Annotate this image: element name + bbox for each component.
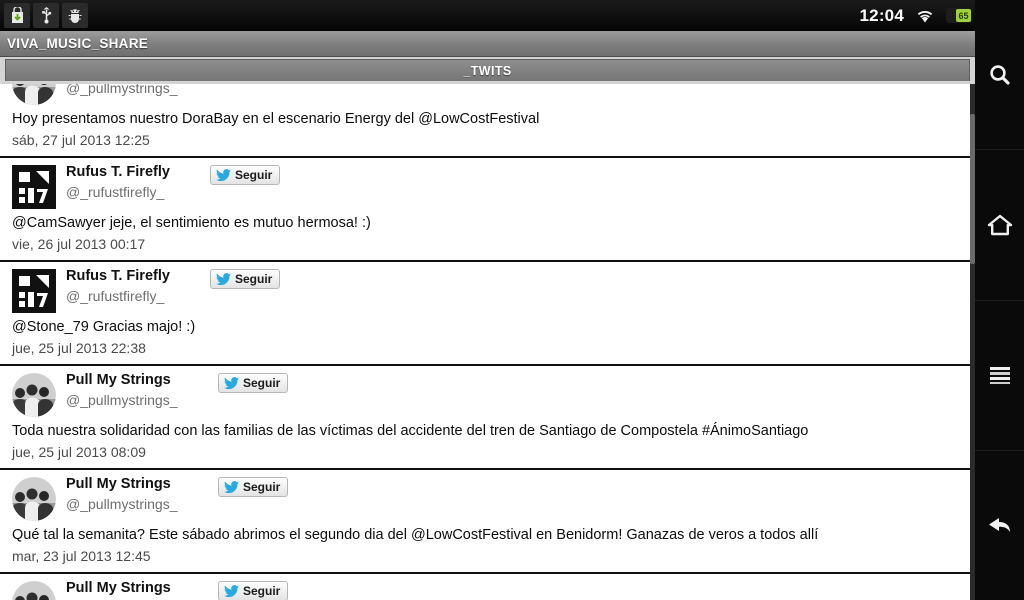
- tweet-timestamp: vie, 26 jul 2013 00:17: [12, 236, 146, 252]
- notification-icons: [0, 3, 88, 28]
- tweet-header: Pull My Strings@_pullmystrings_ Seguir: [0, 580, 975, 600]
- author-handle: @_rufustfirefly_: [66, 184, 165, 200]
- tweet-timestamp: mar, 23 jul 2013 12:45: [12, 548, 151, 564]
- download-icon[interactable]: [4, 3, 30, 28]
- menu-icon[interactable]: [975, 299, 1024, 450]
- band-photo-avatar[interactable]: [12, 581, 56, 600]
- follow-button-label: Seguir: [243, 584, 281, 598]
- tweet-author: Pull My Strings@_pullmystrings_: [66, 578, 177, 600]
- tweet-header: Pull My Strings @_pullmystrings_ Seguir: [0, 476, 975, 522]
- status-clock: 12:04: [859, 5, 904, 25]
- battery-icon: 65: [946, 8, 972, 23]
- author-handle: @_rufustfirefly_: [66, 288, 165, 304]
- tweet-text: @Stone_79 Gracias majo! :): [12, 319, 196, 335]
- tweet-header: Pull My Strings@_pullmystrings_Seguir: [0, 84, 975, 106]
- twitter-bird-icon: [224, 376, 239, 389]
- home-icon[interactable]: [975, 149, 1024, 299]
- tweet-author: Pull My Strings@_pullmystrings_: [66, 84, 177, 98]
- twitter-bird-icon: [216, 272, 231, 285]
- android-tablet-screen: 12:04 65 VIVA_MUSIC_SHARE _TWITS Pull My…: [0, 0, 1024, 600]
- tweet-row[interactable]: Pull My Strings@_pullmystrings_ Seguir: [0, 574, 975, 600]
- tab-twits-label: _TWITS: [463, 63, 512, 78]
- band-photo-avatar[interactable]: [12, 84, 56, 105]
- square-logo-avatar[interactable]: [12, 269, 56, 313]
- tweet-row[interactable]: Rufus T. Firefly @_rufustfirefly_ Seguir @S…: [0, 262, 975, 366]
- follow-button-label: Seguir: [235, 272, 273, 286]
- author-display-name: Rufus T. Firefly: [66, 268, 170, 284]
- tweet-header: Rufus T. Firefly @_rufustfirefly_ Seguir: [0, 164, 975, 210]
- tweet-row[interactable]: Pull My Strings @_pullmystrings_ Seguir Tod…: [0, 366, 975, 470]
- tweet-author: Pull My Strings @_pullmystrings_: [66, 474, 177, 514]
- status-bar: 12:04 65: [0, 0, 1024, 31]
- wifi-icon: [913, 4, 937, 28]
- tweet-header: Pull My Strings @_pullmystrings_ Seguir: [0, 372, 975, 418]
- follow-button-label: Seguir: [235, 168, 273, 182]
- twitter-bird-icon: [224, 480, 239, 493]
- author-display-name: Pull My Strings: [66, 580, 171, 596]
- band-photo-avatar[interactable]: [12, 477, 56, 521]
- tweet-header: Rufus T. Firefly @_rufustfirefly_ Seguir: [0, 268, 975, 314]
- tab-twits[interactable]: _TWITS: [5, 59, 970, 81]
- follow-button-label: Seguir: [243, 376, 281, 390]
- author-display-name: Pull My Strings: [66, 372, 171, 388]
- tweet-row[interactable]: Rufus T. Firefly @_rufustfirefly_ Seguir @C…: [0, 158, 975, 262]
- tweet-text: Toda nuestra solidaridad con las familia…: [12, 423, 809, 439]
- follow-button[interactable]: Seguir: [218, 581, 289, 600]
- follow-button[interactable]: Seguir: [210, 269, 281, 289]
- tweet-row[interactable]: Pull My Strings@_pullmystrings_Seguir Hoy…: [0, 84, 975, 158]
- author-handle: @_pullmystrings_: [66, 496, 178, 512]
- tweet-author: Rufus T. Firefly @_rufustfirefly_: [66, 162, 170, 202]
- android-debug-icon[interactable]: [62, 3, 88, 28]
- battery-level-label: 65: [956, 9, 971, 22]
- tweet-timestamp: jue, 25 jul 2013 22:38: [12, 340, 146, 356]
- app-title: VIVA_MUSIC_SHARE: [7, 36, 149, 51]
- search-icon[interactable]: [975, 0, 1024, 149]
- follow-button[interactable]: Seguir: [218, 373, 289, 393]
- tweet-text: Qué tal la semanita? Este sábado abrimos…: [12, 527, 819, 543]
- follow-button[interactable]: Seguir: [218, 477, 289, 497]
- follow-button-label: Seguir: [243, 480, 281, 494]
- author-display-name: Pull My Strings: [66, 476, 171, 492]
- twitter-bird-icon: [224, 584, 239, 597]
- tweet-text: Hoy presentamos nuestro DoraBay en el es…: [12, 111, 540, 127]
- follow-button[interactable]: Seguir: [210, 165, 281, 185]
- tweet-text: @CamSawyer jeje, el sentimiento es mutuo…: [12, 215, 371, 231]
- square-logo-avatar[interactable]: [12, 165, 56, 209]
- back-icon[interactable]: [975, 449, 1024, 600]
- band-photo-avatar[interactable]: [12, 373, 56, 417]
- tweet-timestamp: sáb, 27 jul 2013 12:25: [12, 132, 150, 148]
- author-handle: @_pullmystrings_: [66, 392, 178, 408]
- tweet-timestamp: jue, 25 jul 2013 08:09: [12, 444, 146, 460]
- usb-icon[interactable]: [33, 3, 59, 28]
- system-nav-bar: [975, 0, 1024, 600]
- tweet-list[interactable]: Pull My Strings @_pullmystrings_ Seguir Hoy…: [0, 84, 975, 600]
- tweet-row[interactable]: Pull My Strings @_pullmystrings_ Seguir Qué…: [0, 470, 975, 574]
- tweet-author: Pull My Strings @_pullmystrings_: [66, 370, 177, 410]
- author-handle: @_pullmystrings_: [66, 84, 178, 96]
- tweet-author: Rufus T. Firefly @_rufustfirefly_: [66, 266, 170, 306]
- tab-strip: _TWITS: [0, 57, 975, 84]
- twitter-bird-icon: [216, 168, 231, 181]
- app-title-bar: VIVA_MUSIC_SHARE: [0, 31, 975, 57]
- author-display-name: Rufus T. Firefly: [66, 164, 170, 180]
